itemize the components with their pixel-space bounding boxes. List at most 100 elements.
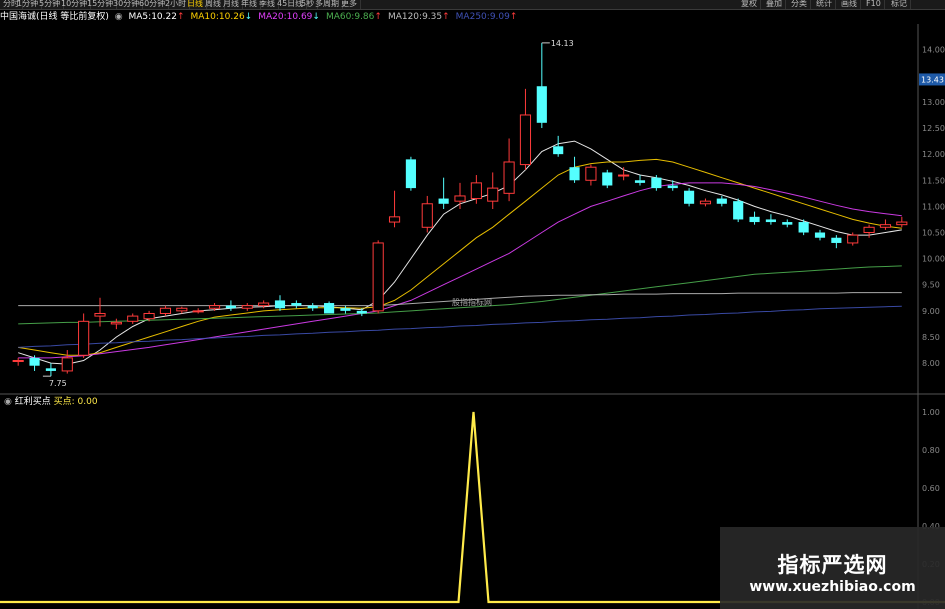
price-tick-label: 14.00 <box>922 46 945 55</box>
stock-name: 中国海诚(日线 等比前复权) <box>0 12 109 22</box>
sub-line-label: 买点: <box>53 397 75 407</box>
candle-body <box>487 187 499 202</box>
candle-body <box>651 177 662 189</box>
ma-indicator-ma120: MA120:9.35↑ <box>388 12 453 22</box>
arrow-up-icon: ↑ <box>374 12 382 22</box>
sub-axis-label: 0.80 <box>922 446 940 455</box>
arrow-up-icon: ↑ <box>442 12 450 22</box>
candle-body <box>798 222 809 233</box>
ma-value: 10.22 <box>151 12 177 22</box>
price-tick-label: 11.00 <box>922 202 945 211</box>
ma-value: 10.26 <box>218 12 245 22</box>
price-tick-label: 11.50 <box>922 176 945 185</box>
candle-body <box>12 359 24 362</box>
candle-body <box>519 114 532 166</box>
candle-body <box>421 203 433 228</box>
toolbar-right-0[interactable]: 复权 <box>738 0 761 9</box>
settings-icon[interactable]: ◉ <box>115 12 123 22</box>
candle-body <box>192 310 204 313</box>
candle-body <box>61 357 73 372</box>
arrow-down-icon: ↓ <box>312 12 320 22</box>
low-price-label: 7.75 <box>49 379 67 388</box>
candle-body <box>634 180 646 183</box>
candle-body <box>78 320 90 356</box>
ma-label: MA120: <box>387 12 423 22</box>
candle-body <box>749 216 760 223</box>
site-watermark: 指标严选网 www.xuezhibiao.com <box>720 527 945 609</box>
candle-body <box>372 242 384 312</box>
ma-value: 9.86 <box>354 12 375 22</box>
candle-body <box>699 200 712 205</box>
ma-line-ma5 <box>18 140 902 365</box>
candle-body <box>438 198 449 204</box>
candle-body <box>94 312 106 317</box>
price-tick-label: 12.00 <box>922 150 945 159</box>
high-price-label: 14.13 <box>551 39 574 48</box>
candle-body <box>831 237 842 243</box>
toolbar-right-4[interactable]: 画线 <box>838 0 861 9</box>
candle-body <box>291 303 302 306</box>
candle-body <box>356 310 367 314</box>
candle-body <box>176 307 188 312</box>
candle-body <box>454 195 466 202</box>
ma-indicator-ma20: MA20:10.69↓ <box>258 12 323 22</box>
price-tick-label: 9.00 <box>922 307 940 316</box>
ma-value: 9.35 <box>422 12 443 22</box>
ma-label: MA20: <box>258 12 287 22</box>
arrow-up-icon: ↑ <box>176 12 185 22</box>
toolbar-right-3[interactable]: 统计 <box>813 0 836 9</box>
sub-settings-icon[interactable]: ◉ <box>4 397 12 407</box>
ma-label: MA250: <box>455 12 490 22</box>
candle-body <box>307 305 318 309</box>
candle-body <box>569 167 580 181</box>
candle-body <box>716 198 727 204</box>
toolbar-tab-16[interactable]: 更多 <box>338 0 361 9</box>
chart-area[interactable]: 14.00 13.43 13.00 12.50 12.00 11.50 11.00 10.50… <box>0 24 945 609</box>
candle-body <box>814 232 826 238</box>
sub-chart-header: ◉ 红利买点 买点: 0.00 <box>4 396 98 408</box>
candle-body <box>405 159 416 189</box>
ma-value: 10.69 <box>286 12 313 22</box>
ma-indicator-ma5: MA5:10.22↑ <box>129 12 188 22</box>
watermark-url: www.xuezhibiao.com <box>749 579 916 595</box>
center-watermark: 股指指标网 <box>452 298 492 307</box>
candle-body <box>684 190 695 204</box>
candle-body <box>127 315 139 322</box>
indicator-header: 中国海诚(日线 等比前复权) ◉ MA5:10.22↑ MA10:10.26↓ MA… <box>0 10 920 24</box>
price-tick-label: 13.00 <box>922 98 945 107</box>
ma-label: MA5: <box>128 12 152 22</box>
arrow-down-icon: ↓ <box>244 12 253 22</box>
candle-body <box>782 222 793 225</box>
price-tick-label: 10.00 <box>922 255 945 264</box>
toolbar-right-1[interactable]: 叠加 <box>763 0 786 9</box>
ma-line-ma20 <box>18 182 902 359</box>
candle-body <box>241 305 253 309</box>
price-tick-label: 10.50 <box>922 229 945 238</box>
candle-body <box>879 224 892 228</box>
sub-axis-label: 1.00 <box>922 408 940 417</box>
ma-label: MA10: <box>190 12 219 22</box>
candle-body <box>765 219 776 223</box>
candle-body <box>208 305 221 309</box>
candle-body <box>45 368 56 371</box>
ma-indicator-ma60: MA60:9.86↑ <box>326 12 385 22</box>
toolbar-right-5[interactable]: F10 <box>863 0 885 9</box>
ma-indicator-ma10: MA10:10.26↓ <box>191 12 256 22</box>
candle-body <box>274 300 286 309</box>
candle-body <box>324 303 335 314</box>
ma-line-ma250 <box>18 305 902 348</box>
candle-body <box>29 357 40 366</box>
toolbar-right-6[interactable]: 标记 <box>888 0 911 9</box>
candle-body <box>896 221 908 226</box>
candle-body <box>863 226 875 234</box>
candle-body <box>602 172 613 186</box>
watermark-title: 指标严选网 <box>777 553 888 577</box>
price-tick-label: 8.00 <box>922 359 940 368</box>
ma-value: 9.09 <box>489 12 510 22</box>
price-tick-label: 8.50 <box>922 333 940 342</box>
toolbar-right-2[interactable]: 分类 <box>788 0 811 9</box>
candle-body <box>159 307 172 314</box>
ma-indicator-ma250: MA250:9.09↑ <box>456 12 521 22</box>
candle-body <box>388 216 401 223</box>
candle-body <box>667 185 678 189</box>
